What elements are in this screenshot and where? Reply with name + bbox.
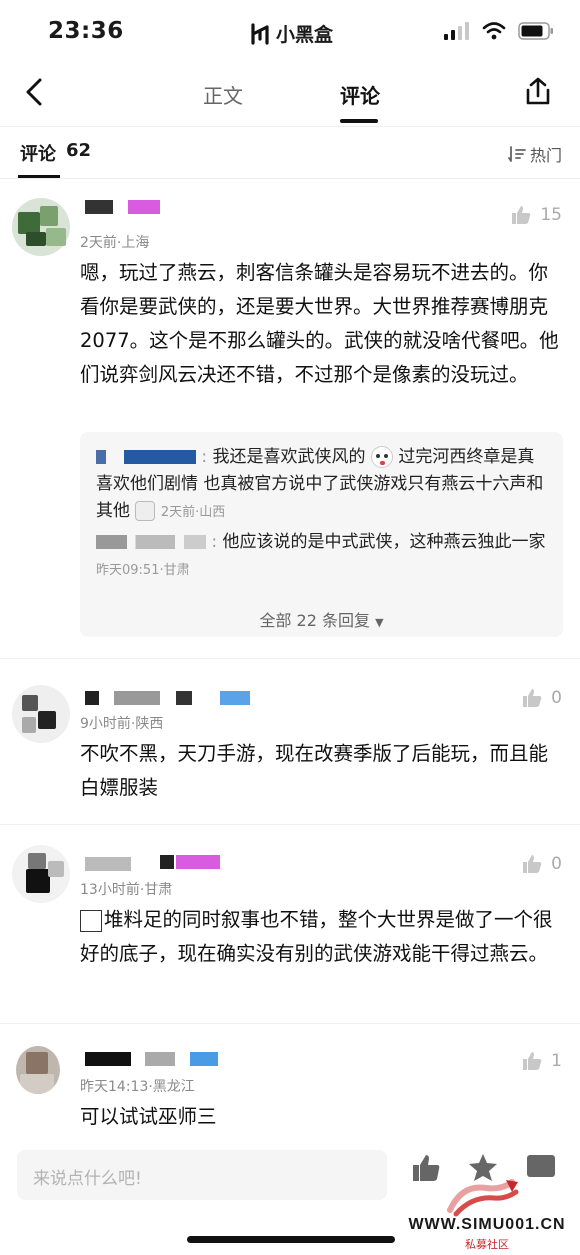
watermark-site: WWW.SIMU001.CN xyxy=(408,1216,566,1233)
thumbs-up-icon xyxy=(523,855,542,873)
username-blurred[interactable] xyxy=(85,691,99,705)
sort-hot-button[interactable]: 热门 xyxy=(508,142,562,166)
username-blurred[interactable] xyxy=(85,1052,131,1066)
back-icon[interactable] xyxy=(18,74,54,110)
comment-text: 嗯，玩过了燕云，刺客信条罐头是容易玩不进去的。你看你是要武侠的，还是要大世界。大… xyxy=(80,261,559,386)
signal-icon xyxy=(444,22,469,40)
battery-icon xyxy=(518,22,553,40)
user-badge xyxy=(176,855,220,869)
watermark: WWW.SIMU001.CN 私募社区 xyxy=(402,1178,572,1251)
username-blurred xyxy=(114,691,160,705)
avatar[interactable] xyxy=(12,685,70,743)
comment-meta: 2天前·上海 xyxy=(80,235,150,251)
tab-body[interactable]: 正文 xyxy=(203,80,243,109)
thumbs-up-icon xyxy=(523,689,542,707)
username-blurred xyxy=(176,691,192,705)
comment-meta: 13小时前·甘肃 xyxy=(80,882,173,898)
status-app-name: 小黑盒 xyxy=(276,24,334,46)
reply-username-blurred[interactable] xyxy=(96,450,196,464)
user-badge xyxy=(190,1052,218,1066)
emoji-box-icon xyxy=(80,909,102,932)
comment-item: 昨天14:13·黑龙江 1 可以试试巫师三 xyxy=(0,1024,580,1144)
username-blurred xyxy=(145,1052,175,1066)
like-count: 0 xyxy=(551,854,562,874)
like-button[interactable]: 0 xyxy=(521,853,562,875)
emoji-sticker-icon xyxy=(370,446,393,468)
comment-item: 9小时前·陕西 0 不吹不黑，天刀手游，现在改赛季版了后能玩，而且能白嫖服装 xyxy=(0,659,580,824)
avatar[interactable] xyxy=(16,1046,60,1094)
comment-count: 评论 62 xyxy=(20,140,91,166)
username-blurred[interactable] xyxy=(85,200,113,214)
heybox-logo-icon xyxy=(251,22,269,45)
reply-box: : 我还是喜欢武侠风的 过完河西终章是真喜欢他们剧情 也真被官方说中了武侠游戏只… xyxy=(80,432,563,637)
view-all-replies-label: 全部 22 条回复 xyxy=(259,611,370,630)
comment-count-label: 评论 xyxy=(20,144,56,165)
like-button[interactable]: 0 xyxy=(521,687,562,709)
avatar[interactable] xyxy=(12,845,70,903)
sort-icon xyxy=(508,146,526,162)
watermark-logo-icon xyxy=(447,1179,519,1217)
view-all-replies-button[interactable]: 全部 22 条回复 ▼ xyxy=(80,607,563,631)
like-count: 15 xyxy=(540,205,562,225)
like-button[interactable]: 1 xyxy=(521,1050,562,1072)
reply-text: 我还是喜欢武侠风的 xyxy=(212,447,366,467)
avatar[interactable] xyxy=(12,198,70,256)
comment-text-body: 堆料足的同时叙事也不错，整个大世界是做了一个很好的底子，现在确实没有别的武侠游戏… xyxy=(80,908,553,965)
reply-username-blurred[interactable] xyxy=(96,535,206,549)
reply-meta: 2天前·山西 xyxy=(160,505,226,520)
comment-text: 不吹不黑，天刀手游，现在改赛季版了后能玩，而且能白嫖服装 xyxy=(80,742,549,799)
comment-meta: 9小时前·陕西 xyxy=(80,716,164,732)
nav-divider xyxy=(0,126,580,127)
like-count: 0 xyxy=(551,688,562,708)
username-blurred xyxy=(160,855,174,869)
status-time: 23:36 xyxy=(48,18,124,44)
wifi-icon xyxy=(482,22,506,40)
like-button[interactable]: 15 xyxy=(510,204,562,226)
sort-label: 热门 xyxy=(529,146,562,165)
comment-meta: 昨天14:13·黑龙江 xyxy=(80,1079,195,1095)
comment-text: 可以试试巫师三 xyxy=(80,1105,217,1128)
status-app: 小黑盒 xyxy=(250,20,333,47)
reply-item: : 他应该说的是中式武侠，这种燕云独此一家 昨天09:51·甘肃 xyxy=(96,532,546,578)
like-count: 1 xyxy=(551,1051,562,1071)
tab-active-underline xyxy=(340,119,378,123)
home-indicator xyxy=(187,1236,395,1243)
thumbs-up-icon xyxy=(523,1052,542,1070)
emoji-sticker-icon xyxy=(135,501,156,521)
reply-meta: 昨天09:51·甘肃 xyxy=(96,563,190,578)
comment-item: 13小时前·甘肃 0 堆料足的同时叙事也不错，整个大世界是做了一个很好的底子，现… xyxy=(0,825,580,1023)
reply-item: : 我还是喜欢武侠风的 过完河西终章是真喜欢他们剧情 也真被官方说中了武侠游戏只… xyxy=(96,446,544,521)
reply-text: 他应该说的是中式武侠，这种燕云独此一家 xyxy=(222,532,546,552)
tab-comments[interactable]: 评论 xyxy=(340,80,380,109)
caret-down-icon: ▼ xyxy=(375,616,384,629)
comment-text: 堆料足的同时叙事也不错，整个大世界是做了一个很好的底子，现在确实没有别的武侠游戏… xyxy=(80,903,564,971)
comment-count-value: 62 xyxy=(66,140,92,161)
thumbs-up-icon xyxy=(512,206,531,224)
username-blurred[interactable] xyxy=(85,857,131,871)
user-badge xyxy=(128,200,160,214)
status-icons xyxy=(444,22,554,40)
user-badge xyxy=(220,691,250,705)
watermark-sub: 私募社区 xyxy=(465,1238,509,1251)
share-icon[interactable] xyxy=(522,76,554,108)
comment-item: 2天前·上海 15 嗯，玩过了燕云，刺客信条罐头是容易玩不进去的。你看你是要武侠… xyxy=(0,178,580,658)
comment-input[interactable]: 来说点什么吧! xyxy=(17,1150,387,1200)
